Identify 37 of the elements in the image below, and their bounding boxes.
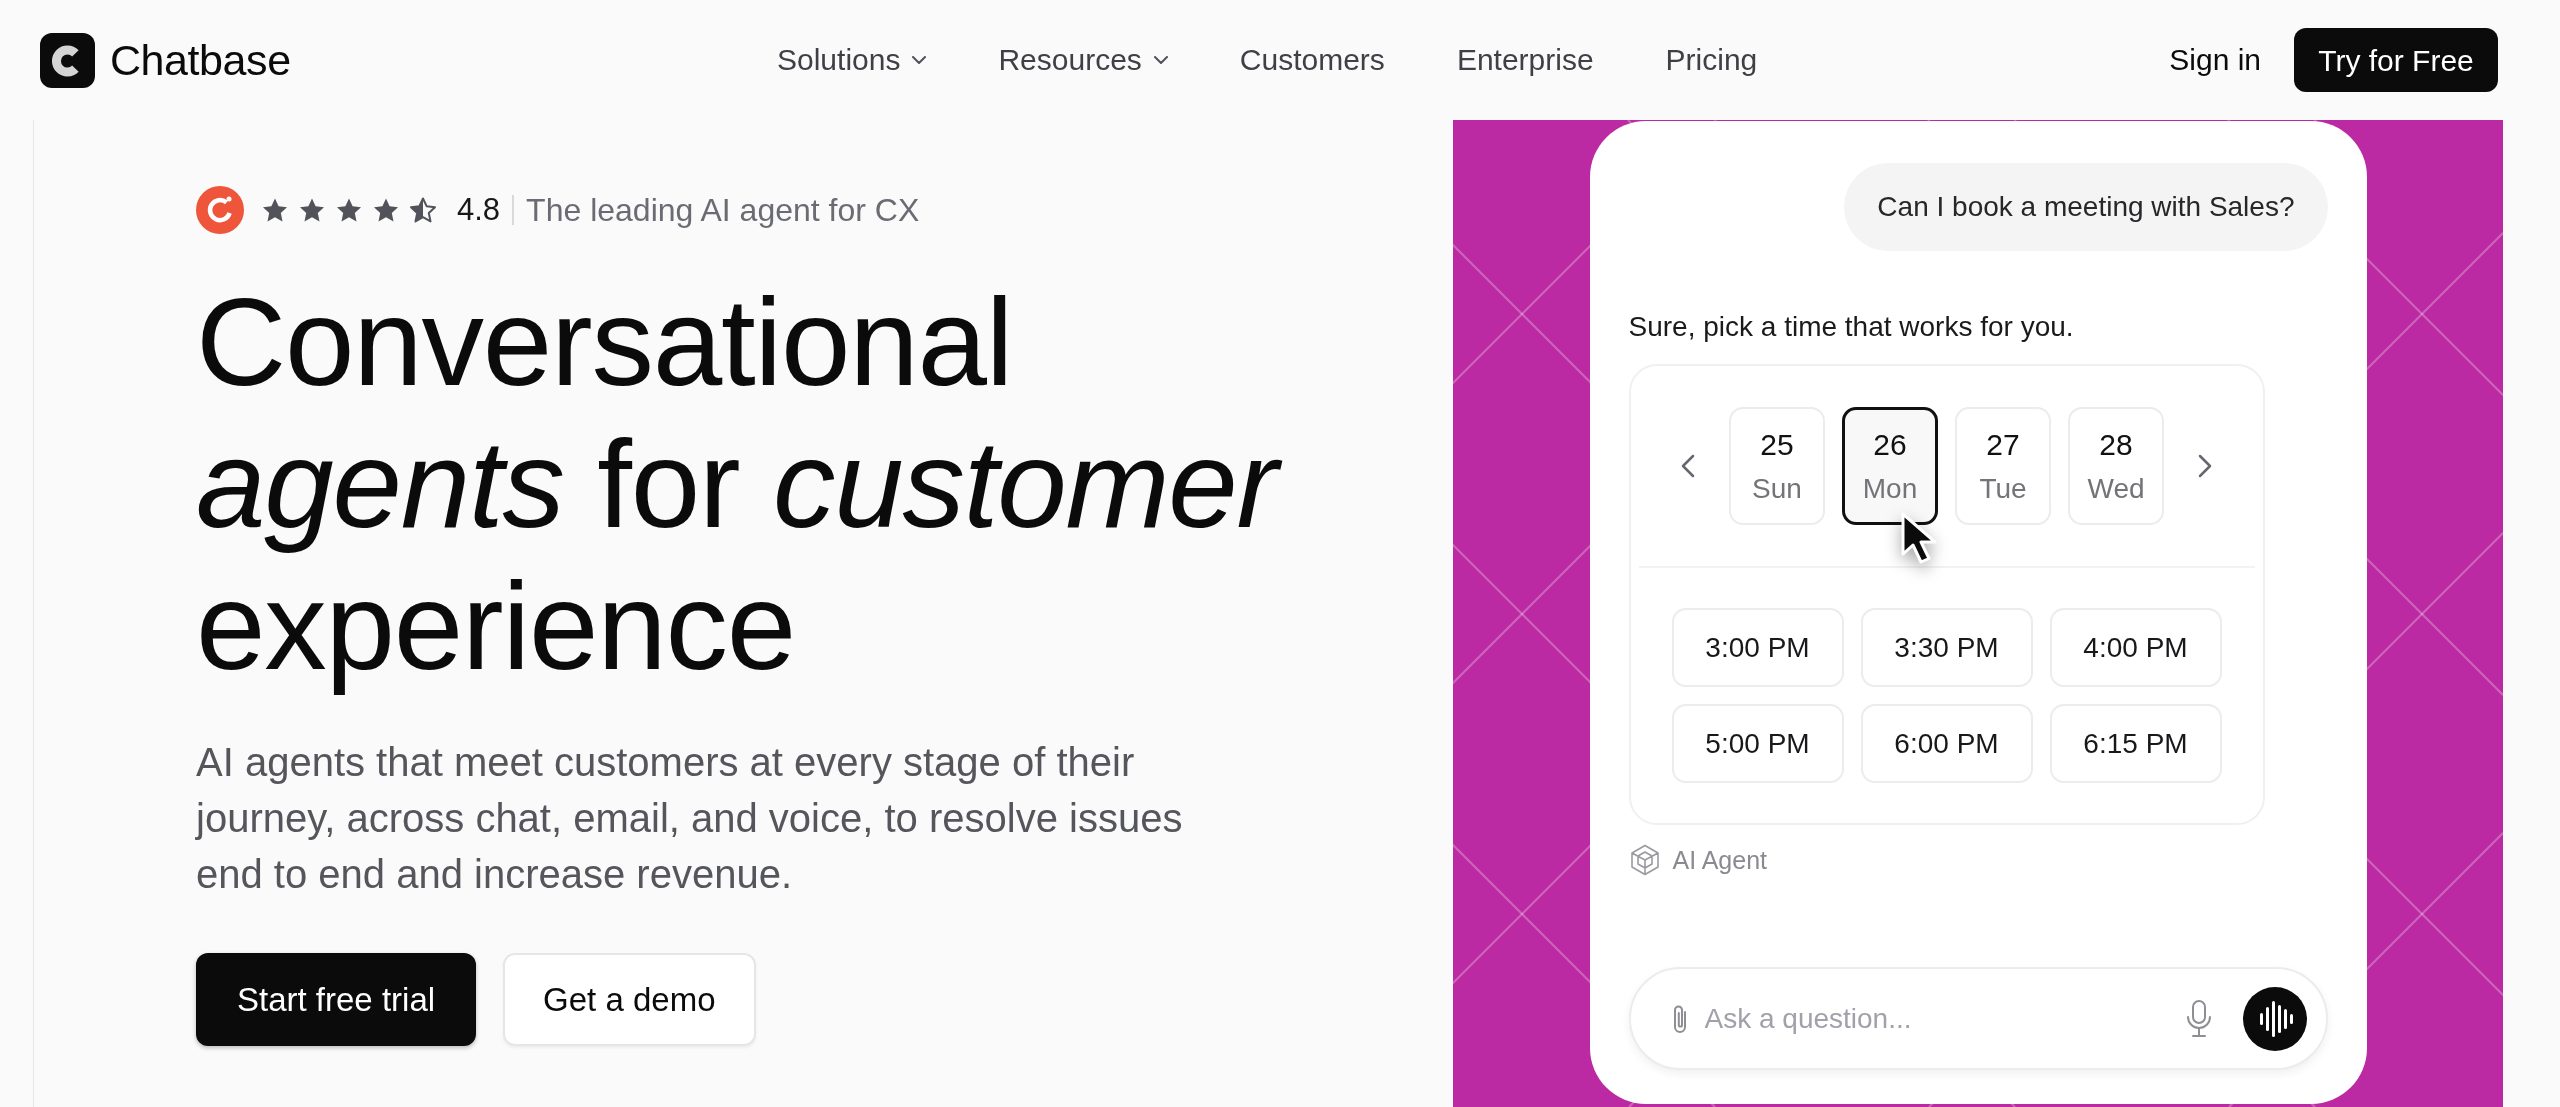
review-site-logo-icon [196,186,244,234]
sign-in-link[interactable]: Sign in [2169,40,2261,80]
demo-button[interactable]: Get a demo [503,953,756,1046]
time-slot-button[interactable]: 3:00 PM [1671,608,1844,687]
sender-label: AI Agent [1672,845,1768,876]
date-option[interactable]: 26 Mon [1842,407,1938,525]
hero-headline: Conversational agents for customer experience [196,271,1336,697]
logo-icon[interactable] [40,32,95,88]
nav-link[interactable]: Customers [1239,40,1385,80]
rating-score: 4.8 [457,191,501,229]
date-option[interactable]: 25 Sun [1729,407,1825,525]
hero-description: AI agents that meet customers at every stage of their journey, across chat, email, and voice, to resolve issues end to end and increase revenue. [196,739,1184,898]
agent-message: Sure, pick a time that works for you. [1628,310,2074,344]
nav-link[interactable]: Pricing [1665,40,1758,80]
chevron-right-icon[interactable] [2198,454,2212,478]
time-slot-button[interactable]: 4:00 PM [2049,608,2222,687]
chevron-left-icon[interactable] [1681,454,1695,478]
microphone-icon[interactable] [2184,998,2213,1039]
user-message: Can I book a meeting with Sales? [1844,163,2328,251]
message-input-field[interactable]: Ask a question... [1704,996,2185,1041]
time-slot-button[interactable]: 5:00 PM [1671,704,1844,783]
time-slot-button[interactable]: 6:15 PM [2049,704,2222,783]
nav-link[interactable]: Enterprise [1456,40,1594,80]
hexagon-icon [1628,844,1661,876]
time-slot-button[interactable]: 6:00 PM [1860,704,2033,783]
start-trial-button[interactable]: Start free trial [196,953,477,1046]
message-composer[interactable]: Ask a question... [1628,967,2328,1070]
brand-name[interactable]: Chatbase [110,34,291,86]
nav-link[interactable]: Solutions [777,40,927,80]
date-option[interactable]: 27 Tue [1955,407,2051,525]
rating-tagline: The leading AI agent for CX [526,191,920,230]
try-free-button[interactable]: Try for Free [2294,28,2498,92]
time-slot-button[interactable]: 3:30 PM [1860,608,2033,687]
half-star-icon [409,196,437,224]
nav-link[interactable]: Resources [998,40,1168,80]
date-option[interactable]: 28 Wed [2068,407,2164,525]
waveform-icon[interactable] [2242,986,2307,1051]
